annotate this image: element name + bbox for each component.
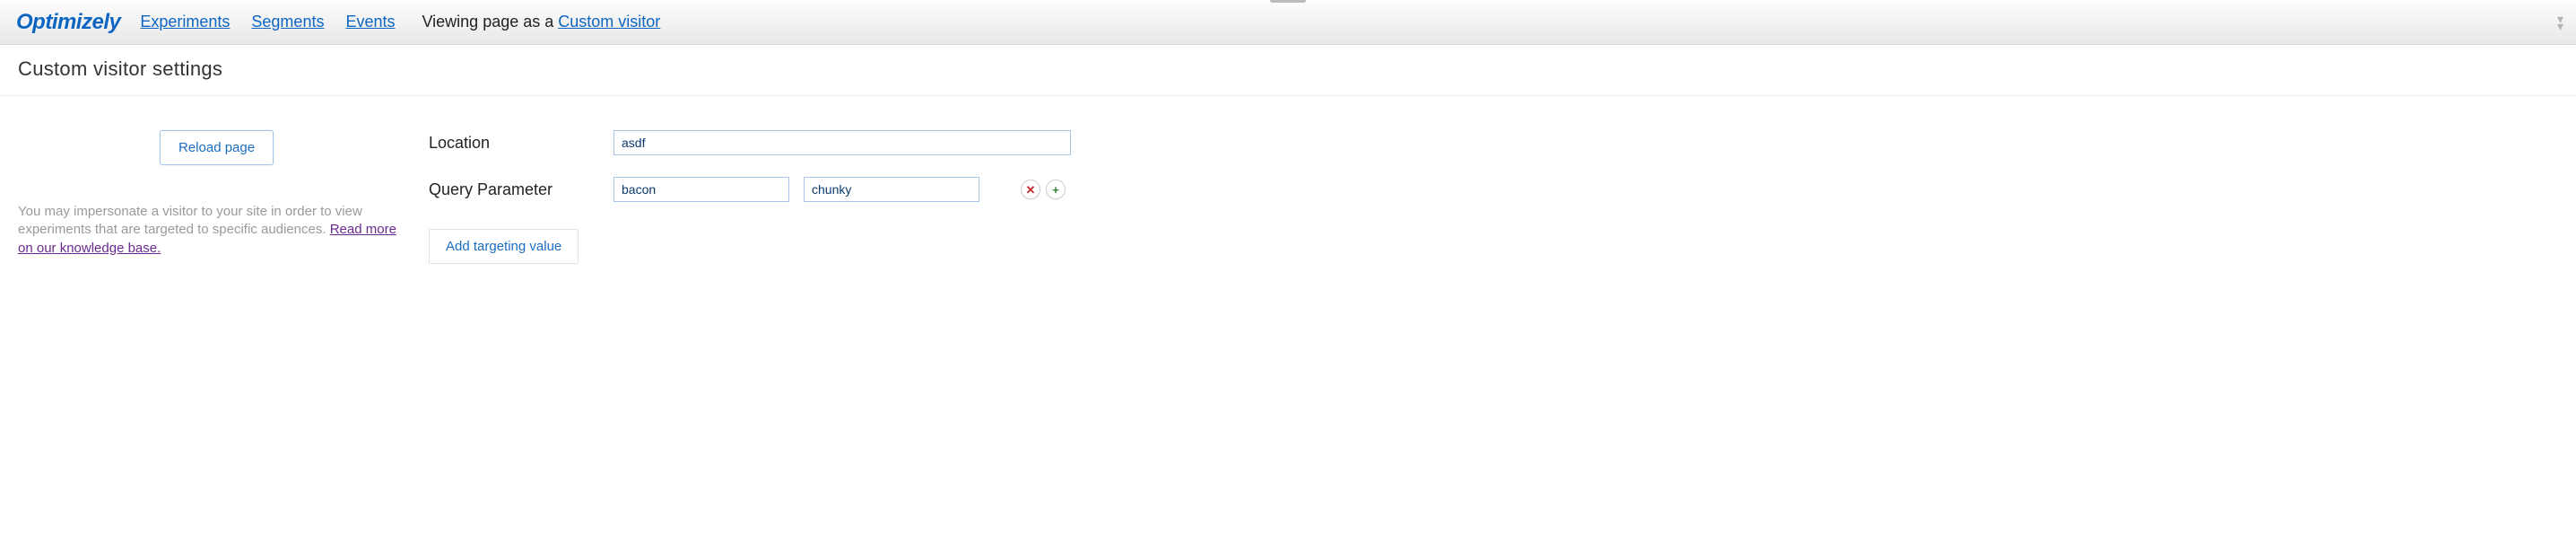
help-text-body: You may impersonate a visitor to your si… (18, 204, 362, 237)
remove-icon[interactable]: ✕ (1021, 180, 1040, 199)
expand-chevron-icon[interactable]: ▾▾ (2557, 15, 2563, 30)
top-bar: ▾▾ Optimizely Experiments Segments Event… (0, 0, 2576, 45)
nav-segments[interactable]: Segments (251, 13, 324, 31)
brand-logo: Optimizely (16, 10, 120, 35)
add-icon[interactable]: + (1046, 180, 1066, 199)
location-label: Location (429, 134, 614, 153)
viewing-as-link[interactable]: Custom visitor (558, 13, 660, 31)
reload-page-button[interactable]: Reload page (160, 130, 274, 165)
drag-handle-icon[interactable] (1270, 0, 1306, 3)
query-value-input[interactable] (804, 177, 979, 202)
nav-events[interactable]: Events (345, 13, 395, 31)
query-parameter-label: Query Parameter (429, 180, 614, 199)
viewing-prefix: Viewing page as a (422, 13, 558, 31)
location-row: Location (429, 130, 1363, 155)
form-column: Location Query Parameter ✕ + Add targeti… (429, 130, 1381, 264)
help-text: You may impersonate a visitor to your si… (18, 203, 411, 258)
location-input[interactable] (614, 130, 1071, 155)
left-column: Reload page You may impersonate a visito… (0, 130, 429, 264)
query-key-input[interactable] (614, 177, 789, 202)
main-content: Reload page You may impersonate a visito… (0, 96, 1381, 264)
nav-experiments[interactable]: Experiments (140, 13, 230, 31)
page-title-row: Custom visitor settings (0, 45, 2576, 96)
page-title: Custom visitor settings (18, 57, 2558, 81)
viewing-as-text: Viewing page as a Custom visitor (422, 13, 660, 31)
query-parameter-row: Query Parameter ✕ + (429, 177, 1363, 202)
add-targeting-value-button[interactable]: Add targeting value (429, 229, 579, 264)
